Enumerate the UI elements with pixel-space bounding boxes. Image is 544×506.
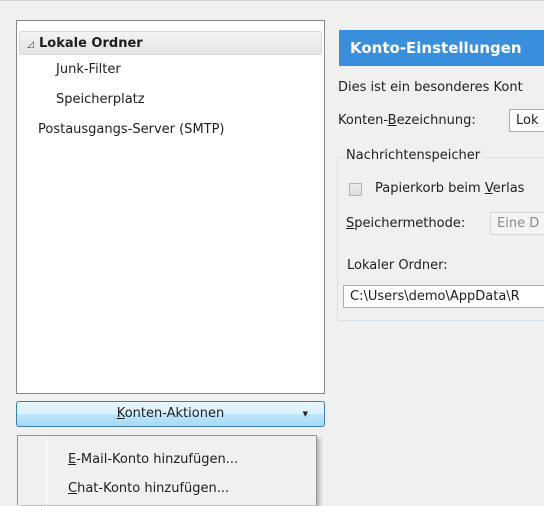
tree-item-label: Junk-Filter xyxy=(56,62,121,77)
tree-item-label: Postausgangs-Server (SMTP) xyxy=(38,122,225,137)
menu-icon-gutter xyxy=(46,436,47,506)
account-name-field[interactable]: Lok xyxy=(509,109,544,132)
tree-item-speicherplatz[interactable]: Speicherplatz xyxy=(56,88,145,112)
local-dir-field[interactable]: C:\Users\demo\AppData\R xyxy=(343,285,544,308)
tree-item-label: Lokale Ordner xyxy=(39,36,143,51)
chevron-down-icon: ▼ xyxy=(302,410,308,418)
tree-item-lokale-ordner[interactable]: ◿ Lokale Ordner xyxy=(19,31,322,55)
account-name-label: Konten-Bezeichnung: xyxy=(338,113,476,128)
top-divider xyxy=(0,0,544,1)
empty-trash-checkbox[interactable] xyxy=(349,183,362,196)
local-dir-label: Lokaler Ordner: xyxy=(347,258,448,273)
tree-item-label: Speicherplatz xyxy=(56,92,145,107)
menu-item-add-chat-account[interactable]: Chat-Konto hinzufügen... xyxy=(68,481,229,496)
account-actions-label: Konten-Aktionen xyxy=(116,406,225,421)
page-title: Konto-Einstellungen xyxy=(339,30,544,66)
tree-item-junk-filter[interactable]: Junk-Filter xyxy=(56,58,121,82)
account-actions-button[interactable]: Konten-Aktionen ▼ xyxy=(16,401,325,427)
store-type-label: Speichermethode: xyxy=(346,216,466,231)
tree-item-smtp-server[interactable]: Postausgangs-Server (SMTP) xyxy=(38,118,225,142)
account-tree[interactable]: ◿ Lokale Ordner Junk-Filter Speicherplatz… xyxy=(16,20,325,394)
account-actions-menu: E-Mail-Konto hinzufügen... Chat-Konto hi… xyxy=(17,435,317,506)
store-type-select: Eine D xyxy=(490,212,544,235)
empty-trash-label[interactable]: Papierkorb beim Verlas xyxy=(375,181,524,196)
account-description: Dies ist ein besonderes Kont xyxy=(338,80,523,95)
collapse-triangle-icon[interactable]: ◿ xyxy=(27,33,37,57)
menu-item-add-email-account[interactable]: E-Mail-Konto hinzufügen... xyxy=(68,452,238,467)
message-store-legend: Nachrichtenspeicher xyxy=(343,148,484,163)
